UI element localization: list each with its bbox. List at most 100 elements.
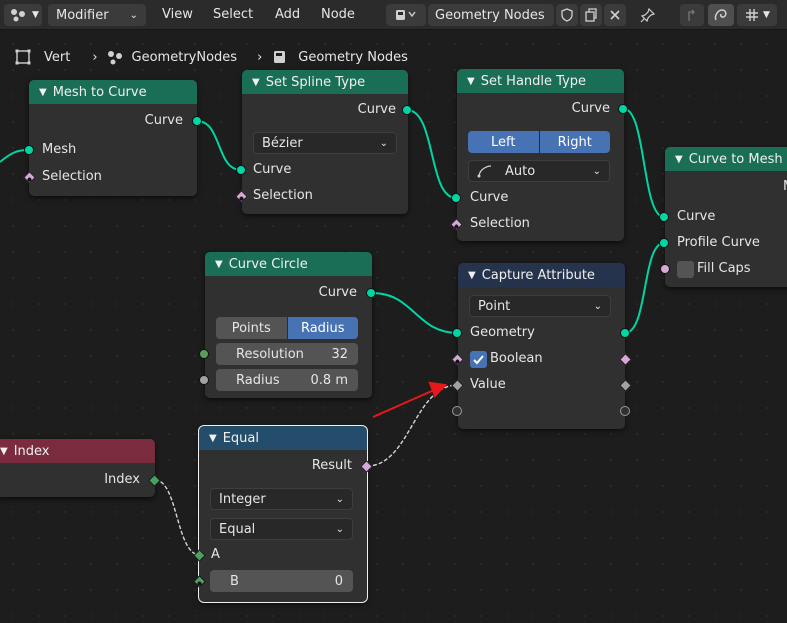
node-header[interactable]: ▼ Index (0, 439, 155, 463)
node-mesh-to-curve[interactable]: ▼ Mesh to Curve Curve Mesh Selection (29, 80, 197, 196)
node-tree-name-field[interactable]: Geometry Nodes (428, 4, 554, 26)
menu-add[interactable]: Add (275, 0, 300, 30)
node-title: Index (13, 443, 50, 459)
socket-output-curve[interactable] (192, 116, 202, 126)
chevron-down-icon: ⌄ (592, 165, 601, 177)
mode-dropdown[interactable]: Modifier ⌄ (48, 4, 146, 26)
data-type-dropdown[interactable]: Integer ⌄ (210, 488, 353, 510)
chevron-down-icon[interactable]: ▼ (215, 259, 223, 270)
node-set-spline-type[interactable]: ▼ Set Spline Type Curve Bézier ⌄ Curve S… (242, 70, 408, 214)
duplicate-icon (585, 8, 597, 22)
menu-view[interactable]: View (162, 0, 193, 30)
modifier-icon (107, 51, 122, 65)
chevron-down-icon[interactable]: ▼ (467, 76, 475, 87)
toggle-left[interactable]: Left (468, 131, 540, 153)
breadcrumb-modifier: GeometryNodes (131, 49, 238, 65)
node-header[interactable]: ▼ Capture Attribute (458, 263, 625, 287)
node-curve-to-mesh[interactable]: ▼ Curve to Mesh M Curve Profile Curve Fi… (665, 147, 787, 287)
handle-side-toggle[interactable]: Left Right (468, 131, 610, 153)
node-header[interactable]: ▼ Curve Circle (205, 252, 372, 276)
node-tree-icon (396, 10, 416, 20)
input-b-label: B (230, 573, 239, 589)
spline-type-value: Bézier (262, 135, 303, 151)
breadcrumb-object: Vert (44, 49, 71, 65)
data-type-value: Integer (219, 491, 266, 507)
toggle-right[interactable]: Right (539, 131, 610, 153)
chevron-down-icon[interactable]: ▼ (675, 154, 683, 165)
node-header[interactable]: ▼ Curve to Mesh (665, 147, 787, 171)
input-b-field[interactable]: B 0 (210, 570, 353, 592)
boolean-checkbox[interactable] (470, 351, 487, 368)
unlink-button[interactable] (604, 4, 626, 26)
radius-value: 0.8 m (310, 372, 348, 388)
socket-input-radius[interactable] (199, 375, 209, 385)
node-header[interactable]: ▼ Equal (199, 426, 367, 450)
socket-input-curve[interactable] (236, 165, 246, 175)
fake-user-button[interactable] (556, 4, 578, 26)
socket-input-profile-curve[interactable] (659, 238, 669, 248)
input-curve-label: Curve (677, 209, 716, 224)
duplicate-button[interactable] (580, 4, 602, 26)
resolution-label: Resolution (236, 346, 304, 362)
handle-type-dropdown[interactable]: Auto ⌄ (468, 160, 610, 182)
chevron-down-icon[interactable]: ▼ (252, 77, 260, 88)
menu-node[interactable]: Node (321, 0, 355, 30)
chevron-right-icon: › (257, 49, 263, 65)
socket-output-curve[interactable] (618, 104, 628, 114)
link-overlay-button[interactable] (708, 4, 734, 26)
parent-tree-button[interactable] (680, 4, 704, 26)
chevron-down-icon[interactable]: ▼ (209, 433, 217, 444)
socket-output-curve[interactable] (402, 105, 412, 115)
pin-button[interactable] (636, 4, 660, 26)
breadcrumb: Vert › GeometryNodes › Geometry Nodes (14, 46, 408, 68)
socket-input-resolution[interactable] (199, 349, 209, 359)
chevron-down-icon[interactable]: ▼ (468, 270, 476, 281)
socket-input-geometry[interactable] (452, 328, 462, 338)
node-set-handle-type[interactable]: ▼ Set Handle Type Curve Left Right Auto … (457, 69, 624, 241)
chevron-down-icon[interactable]: ▼ (0, 446, 8, 457)
arrow-up-icon (688, 9, 695, 21)
input-selection-label: Selection (470, 216, 530, 231)
breadcrumb-node-tree: Geometry Nodes (298, 49, 408, 65)
input-selection-label: Selection (253, 188, 313, 203)
socket-input-curve[interactable] (451, 193, 461, 203)
node-header[interactable]: ▼ Mesh to Curve (29, 80, 197, 104)
toggle-points[interactable]: Points (216, 317, 288, 339)
node-index[interactable]: ▼ Index Index (0, 439, 155, 497)
chevron-down-icon: ⌄ (379, 137, 388, 149)
snap-dropdown[interactable]: ▼ (737, 4, 777, 26)
shield-icon (561, 8, 573, 22)
socket-input-mesh[interactable] (24, 145, 34, 155)
chevron-down-icon[interactable]: ▼ (39, 87, 47, 98)
spline-type-dropdown[interactable]: Bézier ⌄ (253, 132, 397, 154)
chevron-right-icon: › (92, 49, 98, 65)
socket-input-fill-caps[interactable] (660, 264, 670, 274)
fill-caps-checkbox[interactable] (677, 261, 694, 278)
output-curve-label: Curve (318, 285, 357, 300)
handle-type-value: Auto (505, 163, 536, 179)
socket-output-curve[interactable] (366, 288, 376, 298)
input-b-value: 0 (334, 573, 343, 589)
node-capture-attribute[interactable]: ▼ Capture Attribute Point ⌄ Geometry Boo… (458, 263, 625, 429)
node-header[interactable]: ▼ Set Spline Type (242, 70, 408, 94)
node-curve-circle[interactable]: ▼ Curve Circle Curve Points Radius Resol… (205, 252, 372, 398)
radius-field[interactable]: Radius 0.8 m (216, 369, 358, 391)
socket-input-virtual[interactable] (452, 406, 462, 416)
domain-dropdown[interactable]: Point ⌄ (469, 295, 611, 317)
close-icon (610, 10, 620, 20)
node-equal[interactable]: ▼ Equal Result Integer ⌄ Equal ⌄ A B 0 (198, 425, 368, 603)
circle-mode-toggle[interactable]: Points Radius (216, 317, 358, 339)
resolution-field[interactable]: Resolution 32 (216, 343, 358, 365)
output-mesh-label: M (783, 177, 787, 197)
node-header[interactable]: ▼ Set Handle Type (457, 69, 624, 93)
socket-input-curve[interactable] (659, 212, 669, 222)
operation-dropdown[interactable]: Equal ⌄ (210, 518, 353, 540)
menu-select[interactable]: Select (213, 0, 253, 30)
socket-output-virtual[interactable] (620, 406, 630, 416)
node-tree-browse-button[interactable] (386, 4, 426, 26)
socket-output-geometry[interactable] (620, 328, 630, 338)
node-title: Equal (222, 430, 259, 446)
toggle-radius[interactable]: Radius (287, 317, 358, 339)
chevron-down-icon: ▼ (763, 10, 770, 20)
editor-type-button[interactable]: ▼ (4, 4, 42, 26)
